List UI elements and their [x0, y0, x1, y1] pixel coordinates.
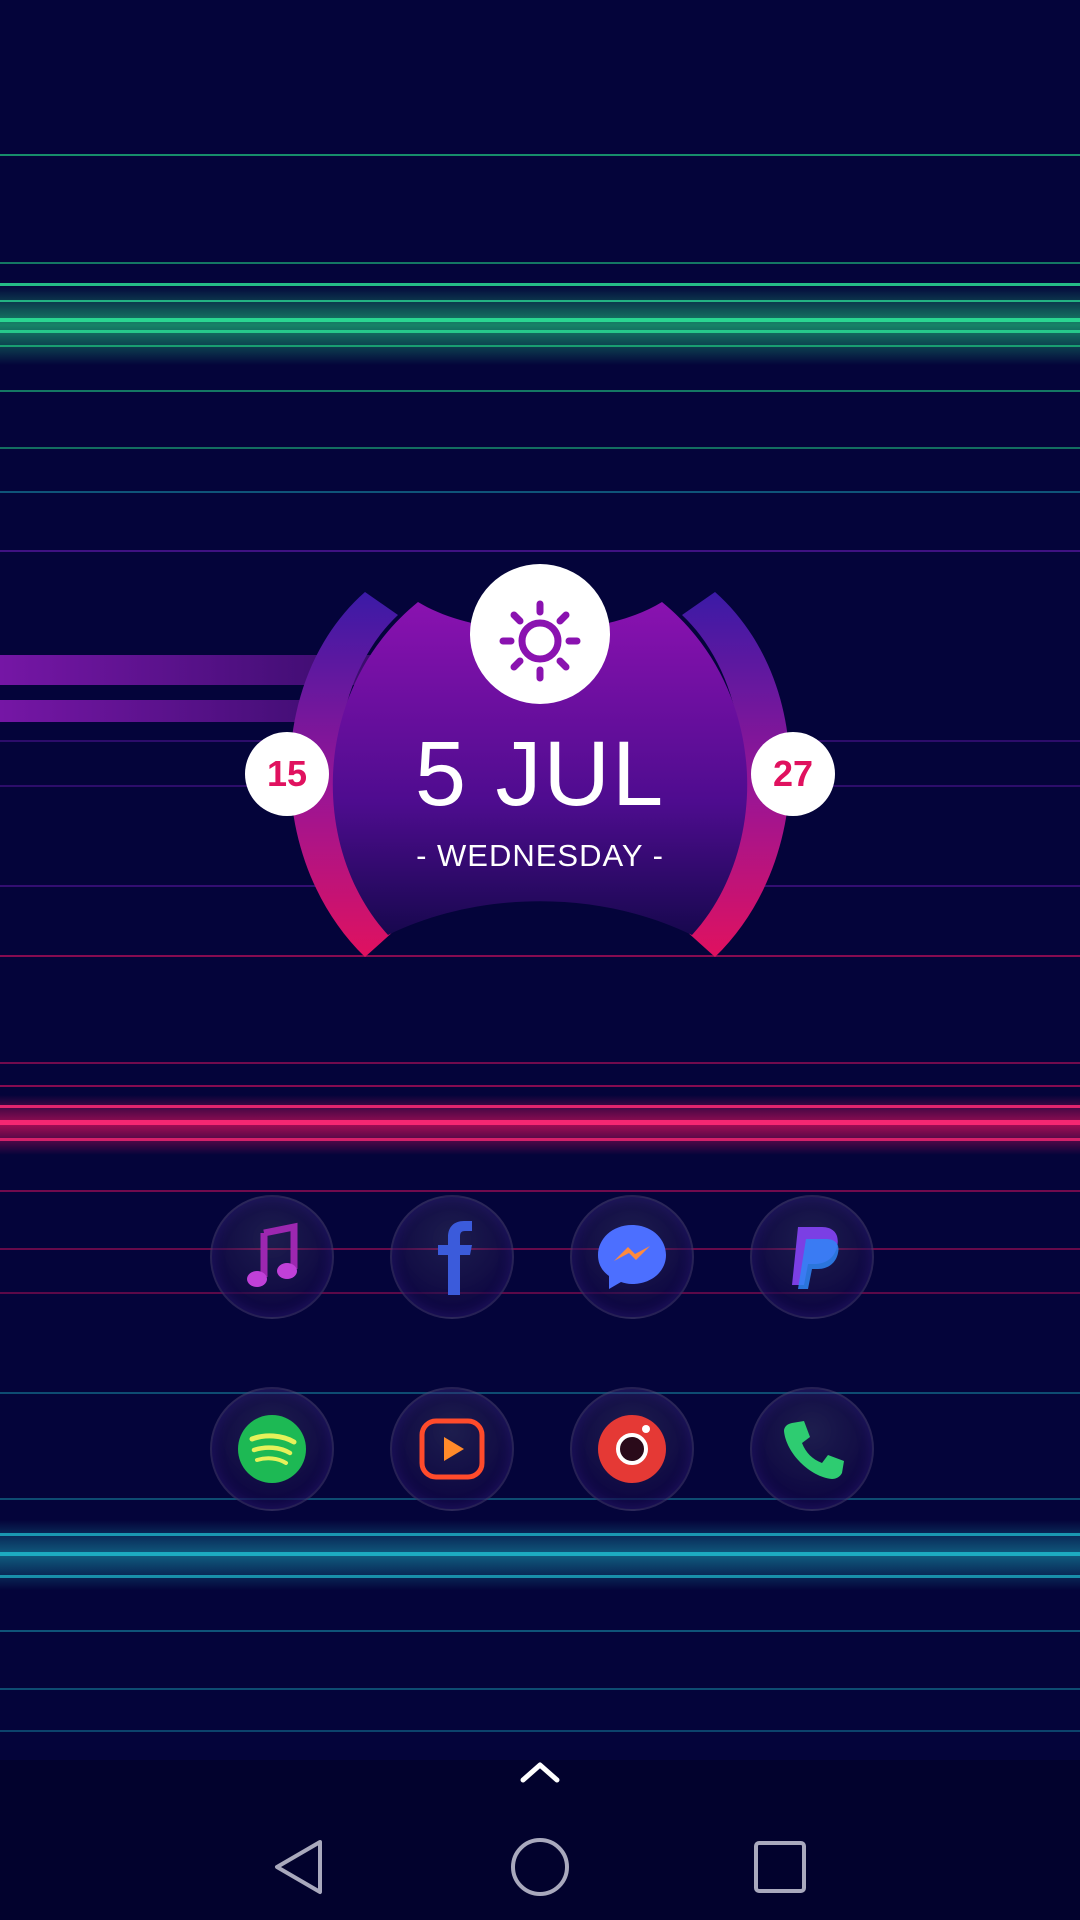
date-widget-shape	[290, 592, 790, 957]
app-camera[interactable]	[570, 1387, 694, 1511]
navigation-bar	[0, 1800, 1080, 1920]
sun-icon	[499, 600, 581, 682]
home-screen: 15 27 5 JUL - WEDNESDAY -	[0, 0, 1080, 1920]
app-video-player[interactable]	[390, 1387, 514, 1511]
phone-icon	[784, 1421, 844, 1479]
paypal-icon	[792, 1227, 839, 1289]
app-spotify[interactable]	[210, 1387, 334, 1511]
recents-square-icon[interactable]	[745, 1832, 815, 1902]
app-facebook[interactable]	[390, 1195, 514, 1319]
date-label[interactable]: 5 JUL	[0, 722, 1080, 827]
back-triangle-icon[interactable]	[265, 1832, 335, 1902]
camera-icon	[598, 1415, 666, 1483]
messenger-icon	[598, 1225, 666, 1289]
weekday-label: - WEDNESDAY -	[416, 838, 664, 873]
music-icon	[247, 1222, 298, 1287]
app-paypal[interactable]	[750, 1195, 874, 1319]
home-circle-icon[interactable]	[505, 1832, 575, 1902]
app-phone[interactable]	[750, 1387, 874, 1511]
video-player-icon	[419, 1418, 485, 1480]
facebook-icon	[438, 1221, 472, 1295]
app-messenger[interactable]	[570, 1195, 694, 1319]
weather-button[interactable]	[470, 564, 610, 704]
chevron-up-icon[interactable]	[515, 1758, 565, 1788]
spotify-icon	[238, 1415, 306, 1483]
app-music[interactable]	[210, 1195, 334, 1319]
